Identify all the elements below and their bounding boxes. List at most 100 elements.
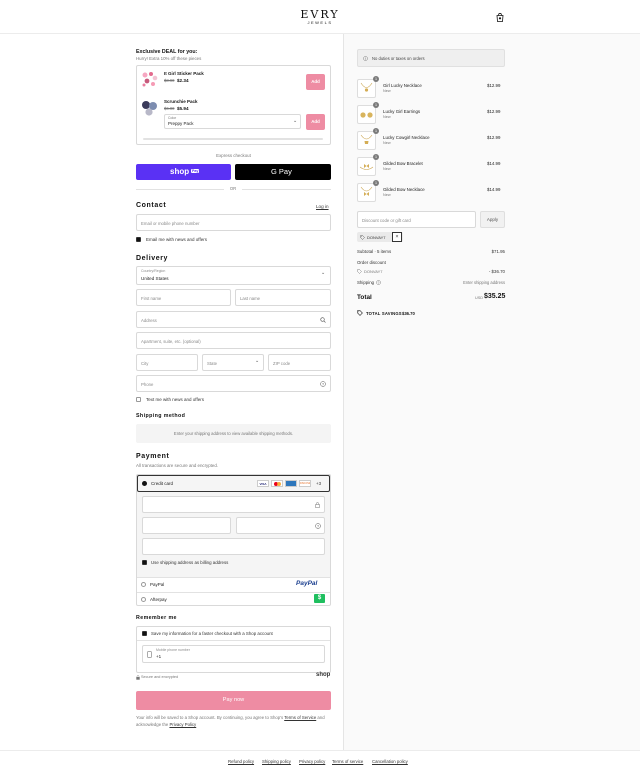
state-select[interactable]: State ⌄ bbox=[202, 354, 264, 371]
email-field[interactable]: Email or mobile phone number bbox=[136, 214, 331, 231]
shipping-policy-link[interactable]: Shipping policy bbox=[262, 759, 291, 764]
mastercard-icon bbox=[271, 480, 283, 487]
help-icon[interactable]: ? bbox=[376, 280, 381, 285]
deal-scrollbar[interactable] bbox=[143, 138, 323, 140]
apartment-field[interactable]: Apartment, suite, etc. (optional) bbox=[136, 332, 331, 349]
shipping-label: Shipping bbox=[357, 280, 375, 285]
add-scrunchie-pack-button[interactable]: Add bbox=[306, 114, 325, 130]
chevron-down-icon: ⌄ bbox=[293, 118, 298, 124]
radio-selected[interactable] bbox=[142, 481, 147, 486]
zip-placeholder: ZIP code bbox=[273, 361, 291, 366]
tag-icon bbox=[360, 234, 365, 240]
address-field[interactable]: Address bbox=[136, 311, 331, 328]
product-name: Gilded Bow Bracelet bbox=[383, 161, 423, 166]
discount-code-field[interactable]: Discount code or gift card bbox=[357, 211, 476, 228]
deal-subtitle: Hurry! Extra 10% off these pieces bbox=[136, 56, 202, 61]
list-item: 1 Gilded Bow Bracelet New $14.99 bbox=[357, 154, 505, 178]
lock-icon bbox=[315, 502, 320, 508]
sticker-pack-image bbox=[142, 72, 158, 87]
expiration-field[interactable] bbox=[142, 517, 231, 534]
refund-policy-link[interactable]: Refund policy bbox=[228, 759, 254, 764]
product-tag: New bbox=[383, 193, 391, 197]
help-icon[interactable]: ? bbox=[320, 381, 326, 387]
scrunchie-pack-image bbox=[142, 101, 157, 116]
phone-field[interactable]: Phone ? bbox=[136, 375, 331, 392]
discover-icon: DISCOVER bbox=[299, 480, 311, 487]
more-cards-count: +3 bbox=[316, 481, 322, 486]
header: EVRY JEWELS bbox=[0, 0, 640, 34]
divider bbox=[242, 189, 331, 190]
last-name-placeholder: Last name bbox=[240, 296, 261, 301]
deal-card: It Girl Sticker Pack $3.90 $2.34 Add Scr… bbox=[136, 65, 331, 145]
card-number-field[interactable] bbox=[142, 496, 325, 513]
last-name-field[interactable]: Last name bbox=[235, 289, 331, 306]
shipping-method-note: Enter your shipping address to view avai… bbox=[173, 431, 294, 436]
country-value: United States bbox=[141, 276, 169, 281]
product-tag: New bbox=[383, 141, 391, 145]
product-list: 1 Girl Lucky Necklace New $12.99 1 Lucky… bbox=[357, 76, 505, 208]
shop-pay-button[interactable]: shop Pay bbox=[136, 164, 231, 180]
deal-item-price: $2.34 bbox=[177, 78, 189, 83]
first-name-placeholder: First name bbox=[141, 296, 162, 301]
privacy-policy-link[interactable]: Privacy Policy bbox=[169, 722, 196, 727]
mobile-phone-label: Mobile phone number bbox=[156, 648, 190, 652]
total-currency: USD bbox=[475, 296, 484, 300]
cancellation-policy-link[interactable]: Cancellation policy bbox=[372, 759, 408, 764]
email-placeholder: Email or mobile phone number bbox=[141, 221, 200, 226]
paypal-label: PayPal bbox=[150, 582, 165, 587]
product-image bbox=[357, 131, 376, 150]
paypal-logo: PayPal bbox=[296, 580, 318, 587]
radio-unselected[interactable] bbox=[141, 597, 146, 602]
privacy-policy-link[interactable]: Privacy policy bbox=[299, 759, 325, 764]
deal-item-name: Scrunchie Pack bbox=[164, 99, 198, 104]
paypal-option[interactable]: PayPal PayPal bbox=[137, 578, 330, 592]
billing-address-checkbox[interactable] bbox=[142, 560, 147, 565]
color-select-label: Color bbox=[168, 116, 177, 120]
cash-app-icon: $ bbox=[314, 594, 325, 603]
text-offers-checkbox[interactable] bbox=[136, 397, 141, 402]
security-code-field[interactable]: ? bbox=[236, 517, 325, 534]
deal-item-name: It Girl Sticker Pack bbox=[164, 71, 204, 76]
total-savings-value: $36.70 bbox=[402, 311, 415, 316]
duties-notice: No duties or taxes on orders bbox=[357, 49, 505, 67]
apply-button[interactable]: Apply bbox=[480, 211, 505, 228]
afterpay-option[interactable]: Afterpay $ bbox=[137, 593, 330, 606]
login-link[interactable]: Log in bbox=[316, 204, 329, 210]
color-select[interactable]: Color Preppy Pack ⌄ bbox=[164, 114, 301, 129]
credit-card-label: Credit card bbox=[151, 481, 174, 486]
country-select[interactable]: Country/Region United States ⌄ bbox=[136, 266, 331, 285]
billing-address-label: Use shipping address as billing address bbox=[151, 560, 229, 565]
remember-me-heading: Remember me bbox=[136, 615, 177, 621]
mobile-phone-field[interactable]: Mobile phone number +1 bbox=[142, 645, 325, 663]
subtotal-value: $71.95 bbox=[491, 249, 505, 254]
remove-discount-icon[interactable]: × bbox=[392, 232, 402, 242]
pay-now-button[interactable]: Pay now bbox=[136, 691, 331, 710]
add-sticker-pack-button[interactable]: Add bbox=[306, 74, 325, 90]
credit-card-option[interactable]: Credit card VISA DISCOVER +3 bbox=[137, 475, 330, 492]
radio-unselected[interactable] bbox=[141, 582, 146, 587]
name-on-card-field[interactable] bbox=[142, 538, 325, 555]
terms-of-service-link[interactable]: Terms of service bbox=[332, 759, 363, 764]
secure-note: Secure and encrypted bbox=[141, 675, 179, 679]
deal-title: Exclusive DEAL for you: bbox=[136, 49, 198, 55]
brand-logo[interactable]: EVRY JEWELS bbox=[293, 8, 347, 25]
shopping-bag-icon[interactable] bbox=[496, 13, 504, 22]
mobile-phone-value: +1 bbox=[156, 654, 162, 659]
save-info-label: Save my information for a faster checkou… bbox=[151, 631, 273, 636]
shipping-method-notice: Enter your shipping address to view avai… bbox=[136, 424, 331, 443]
order-summary: No duties or taxes on orders 1 Girl Luck… bbox=[343, 34, 640, 750]
city-field[interactable]: City bbox=[136, 354, 198, 371]
first-name-field[interactable]: First name bbox=[136, 289, 231, 306]
list-item: 1 Gilded Bow Necklace New $14.99 bbox=[357, 180, 505, 204]
google-pay-button[interactable]: G Pay bbox=[235, 164, 331, 180]
save-info-checkbox[interactable] bbox=[142, 631, 147, 636]
zip-field[interactable]: ZIP code bbox=[268, 354, 331, 371]
terms-of-service-link[interactable]: Terms of Service bbox=[284, 715, 316, 720]
help-icon[interactable]: ? bbox=[315, 523, 321, 529]
quantity-badge: 1 bbox=[373, 128, 379, 134]
visa-icon: VISA bbox=[257, 480, 269, 487]
brand-name: EVRY bbox=[300, 8, 340, 21]
lock-icon bbox=[136, 675, 140, 680]
terms-text: Your info will be saved to a Shop accoun… bbox=[136, 715, 331, 728]
news-checkbox[interactable] bbox=[136, 237, 141, 242]
